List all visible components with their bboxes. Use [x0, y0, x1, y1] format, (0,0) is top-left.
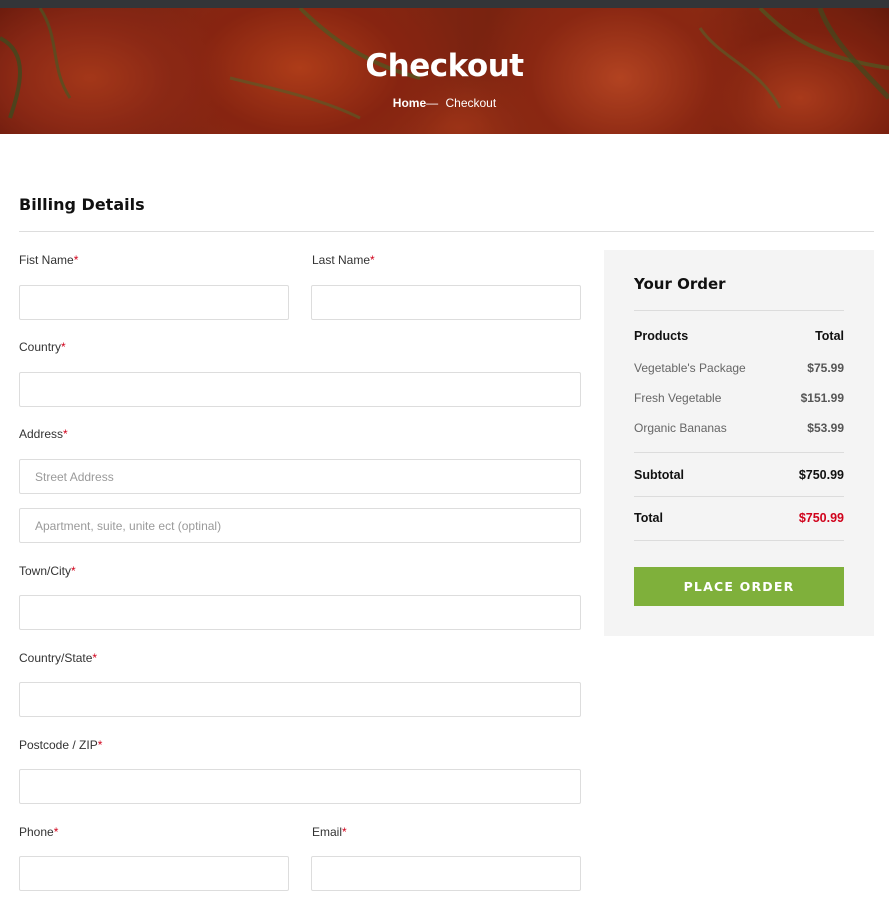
page-hero-banner: Checkout Home— Checkout [0, 8, 889, 134]
last-name-label-text: Last Name [312, 253, 371, 267]
email-label: Email* [312, 825, 347, 839]
email-input[interactable] [311, 856, 581, 891]
required-asterisk: * [73, 253, 79, 267]
order-item-name: Fresh Vegetable [634, 391, 722, 405]
products-column-header: Products [634, 329, 689, 343]
order-divider [634, 452, 844, 453]
last-name-input[interactable] [311, 285, 581, 320]
order-divider [634, 496, 844, 497]
first-name-label: Fist Name* [19, 253, 78, 267]
order-item-price: $151.99 [800, 391, 844, 405]
total-column-header: Total [815, 329, 844, 343]
country-state-label-text: Country/State [19, 651, 93, 665]
first-name-label-text: Fist Name [19, 253, 74, 267]
email-label-text: Email [312, 825, 343, 839]
breadcrumb-current: Checkout [445, 96, 497, 110]
page-title: Checkout [365, 48, 524, 84]
breadcrumb: Home— Checkout [0, 96, 889, 110]
breadcrumb-separator: — [426, 96, 439, 110]
total-value: $750.99 [798, 511, 844, 525]
required-asterisk: * [342, 825, 347, 839]
required-asterisk: * [370, 253, 375, 267]
address-label-text: Address [19, 427, 64, 441]
order-divider [634, 310, 844, 311]
country-state-label: Country/State* [19, 651, 97, 665]
subtotal-value: $750.99 [798, 468, 844, 482]
required-asterisk: * [97, 738, 103, 752]
required-asterisk: * [63, 427, 68, 441]
order-item-name: Vegetable's Package [634, 361, 746, 375]
required-asterisk: * [92, 651, 98, 665]
breadcrumb-home-link[interactable]: Home [393, 96, 426, 110]
billing-details-heading: Billing Details [19, 195, 145, 214]
phone-input[interactable] [19, 856, 289, 891]
phone-label-text: Phone [19, 825, 54, 839]
country-label-text: Country [19, 340, 62, 354]
first-name-input[interactable] [19, 285, 289, 320]
order-item-price: $53.99 [807, 421, 844, 435]
postcode-input[interactable] [19, 769, 581, 804]
postcode-label-text: Postcode / ZIP [19, 738, 98, 752]
town-city-label: Town/City* [19, 564, 76, 578]
your-order-heading: Your Order [634, 275, 726, 293]
country-label: Country* [19, 340, 66, 354]
apartment-input[interactable] [19, 508, 581, 543]
order-item-name: Organic Bananas [634, 421, 727, 435]
required-asterisk: * [53, 825, 59, 839]
order-divider [634, 540, 844, 541]
total-label: Total [634, 511, 663, 525]
last-name-label: Last Name* [312, 253, 375, 267]
country-state-input[interactable] [19, 682, 581, 717]
postcode-label: Postcode / ZIP* [19, 738, 102, 752]
street-address-input[interactable] [19, 459, 581, 494]
required-asterisk: * [71, 564, 76, 578]
address-label: Address* [19, 427, 68, 441]
order-item-price: $75.99 [807, 361, 844, 375]
order-summary-panel: Your Order Products Total Vegetable's Pa… [604, 250, 874, 636]
required-asterisk: * [61, 340, 66, 354]
town-city-input[interactable] [19, 595, 581, 630]
subtotal-label: Subtotal [634, 468, 684, 482]
top-bar [0, 0, 889, 8]
country-input[interactable] [19, 372, 581, 407]
town-city-label-text: Town/City [19, 564, 72, 578]
phone-label: Phone* [19, 825, 58, 839]
billing-divider [19, 231, 874, 232]
place-order-button[interactable]: PLACE ORDER [634, 567, 844, 606]
